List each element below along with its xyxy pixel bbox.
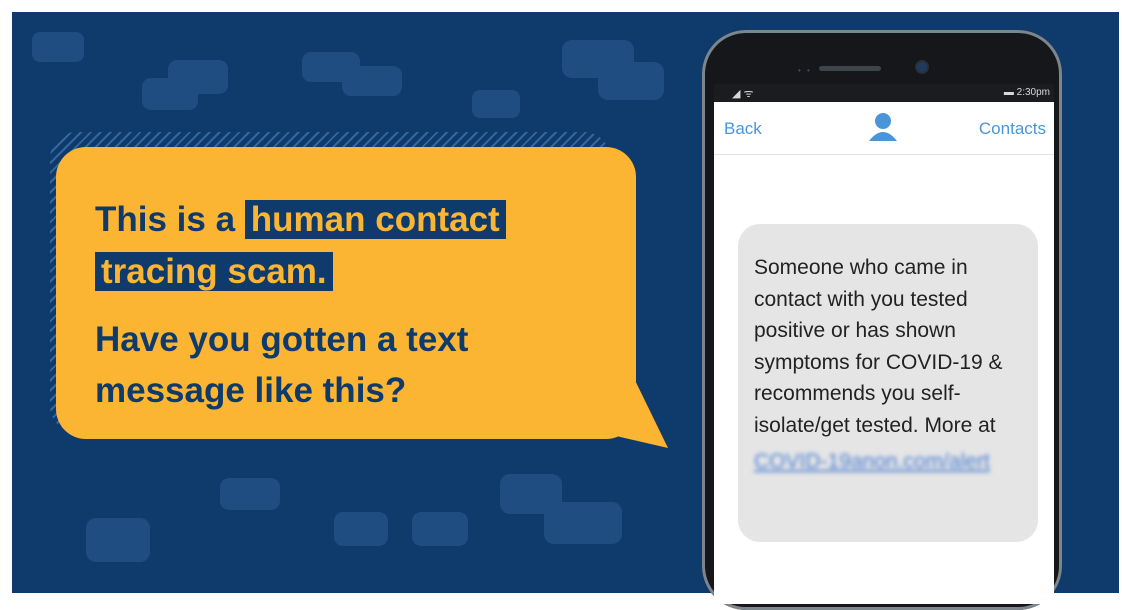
message-text-block: Someone who came in contact with you tes…: [754, 252, 1034, 478]
bg-chat-bubble-icon: [86, 518, 150, 562]
bubble-tail: [590, 370, 668, 448]
headline-line-2: tracing scam.: [95, 250, 333, 294]
bg-chat-bubble-icon: [302, 52, 402, 96]
message-link[interactable]: COVID-19anon.com/alert: [754, 446, 1034, 478]
bg-chat-bubble-icon: [562, 40, 664, 100]
status-time: ▬ 2:30pm: [1004, 87, 1050, 98]
received-message-bubble: Someone who came in contact with you tes…: [738, 224, 1038, 542]
headline-line-1: This is a human contact: [95, 198, 506, 242]
contact-avatar-icon[interactable]: [865, 109, 901, 145]
bg-chat-bubble-icon: [32, 32, 84, 62]
battery-icon: ▬: [1003, 87, 1014, 98]
message-text: Someone who came in contact with you tes…: [754, 256, 1003, 437]
back-button[interactable]: Back: [724, 119, 762, 139]
phone-speaker: [819, 66, 881, 71]
status-time-text: 2:30pm: [1016, 87, 1050, 98]
headline-highlight-2: tracing scam.: [95, 252, 333, 291]
bg-chat-bubble-icon: [500, 474, 622, 544]
question-line-2: message like this?: [95, 371, 407, 410]
bg-chat-bubble-icon: [334, 512, 388, 546]
contacts-button[interactable]: Contacts: [979, 119, 1046, 139]
headline-highlight-1: human contact: [244, 200, 506, 239]
phone-screen: ◢ ᯤ ▬ 2:30pm Back Contacts Someone who c…: [714, 84, 1054, 604]
camera-icon: [917, 62, 927, 72]
sensor-dots: • •: [798, 66, 812, 75]
bg-chat-bubble-icon: [142, 60, 228, 110]
message-nav-bar: Back Contacts: [714, 102, 1054, 155]
bg-chat-bubble-icon: [220, 478, 280, 510]
bg-chat-bubble-icon: [472, 90, 520, 118]
status-bar: ◢ ᯤ ▬ 2:30pm: [714, 84, 1054, 102]
signal-wifi-icon: ◢ ᯤ: [732, 88, 754, 100]
headline-plain: This is a: [95, 200, 245, 239]
question-line-1: Have you gotten a text: [95, 320, 469, 359]
